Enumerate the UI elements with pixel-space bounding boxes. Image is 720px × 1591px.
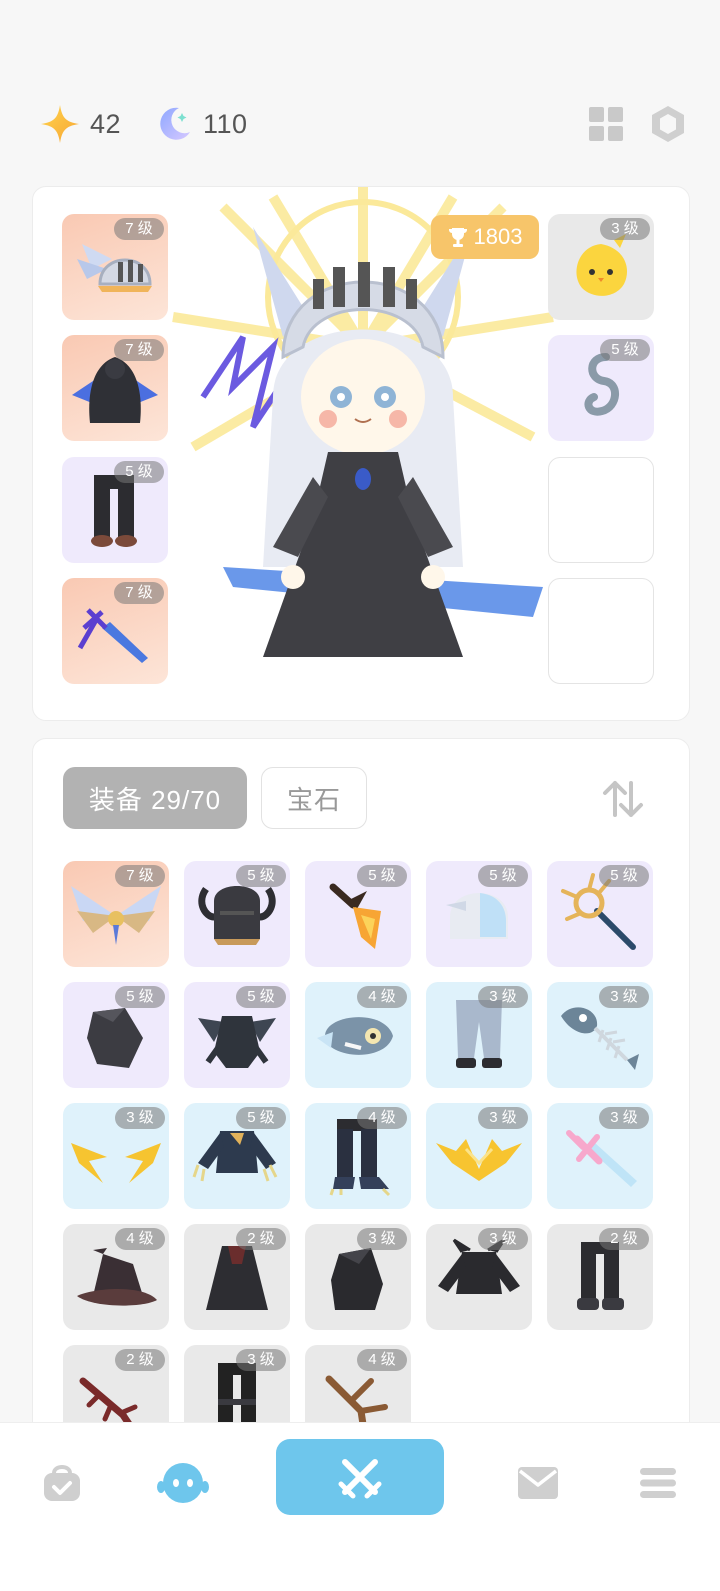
equip-slot-accessory[interactable]: 5 级	[548, 335, 654, 441]
level-badge: 7 级	[114, 218, 164, 240]
inventory-item-gray-pants[interactable]: 3 级	[426, 982, 532, 1088]
character-icon	[157, 1463, 209, 1503]
level-badge: 4 级	[357, 1107, 407, 1129]
star-icon	[41, 105, 79, 143]
level-badge: 5 级	[236, 986, 286, 1008]
level-badge: 5 级	[114, 461, 164, 483]
inventory-item-horned-helmet[interactable]: 5 级	[184, 861, 290, 967]
level-badge: 5 级	[357, 865, 407, 887]
menu-icon	[640, 1468, 676, 1498]
level-badge: 4 级	[357, 986, 407, 1008]
equip-slot-cape[interactable]: 7 级	[62, 335, 168, 441]
level-badge: 7 级	[114, 582, 164, 604]
inventory-item-pink-sword[interactable]: 3 级	[547, 1103, 653, 1209]
nav-character[interactable]	[153, 1453, 213, 1513]
inventory-item-shadow-armor[interactable]: 5 级	[184, 982, 290, 1088]
level-badge: 5 级	[115, 986, 165, 1008]
power-badge: 1803	[431, 215, 539, 259]
star-count: 42	[90, 108, 122, 139]
inventory-item-golden-crown[interactable]: 3 级	[426, 1103, 532, 1209]
inventory-item-visor-helmet[interactable]: 5 级	[426, 861, 532, 967]
level-badge: 2 级	[236, 1228, 286, 1250]
battle-icon	[338, 1459, 382, 1499]
level-badge: 3 级	[600, 218, 650, 240]
level-badge: 7 级	[114, 339, 164, 361]
level-badge: 4 级	[357, 1349, 407, 1371]
inventory-item-spiked-armor[interactable]: 3 级	[426, 1224, 532, 1330]
inventory-item-black-robe[interactable]: 2 级	[184, 1224, 290, 1330]
inventory-item-golden-staff[interactable]: 5 级	[547, 861, 653, 967]
level-badge: 2 级	[115, 1349, 165, 1371]
character-panel: 1803 7 级 7 级 5 级 7 级 3 级 5 级	[32, 186, 690, 721]
bottom-nav	[0, 1422, 720, 1591]
level-badge: 5 级	[600, 339, 650, 361]
level-badge: 7 级	[115, 865, 165, 887]
moon-icon	[160, 107, 190, 140]
level-badge: 3 级	[236, 1349, 286, 1371]
nav-battle-button[interactable]	[276, 1439, 444, 1515]
inventory-item-fish-bone[interactable]: 3 级	[547, 982, 653, 1088]
top-bar: 42 110	[0, 100, 720, 148]
level-badge: 5 级	[478, 865, 528, 887]
inventory-item-black-hood[interactable]: 3 级	[305, 1224, 411, 1330]
sort-icon[interactable]	[599, 775, 647, 823]
level-badge: 4 级	[115, 1228, 165, 1250]
inventory-item-lightning-wings[interactable]: 3 级	[63, 1103, 169, 1209]
level-badge: 5 级	[599, 865, 649, 887]
nav-menu[interactable]	[628, 1453, 688, 1513]
equip-slot-empty-1[interactable]	[548, 457, 654, 563]
inventory-item-flame-dagger[interactable]: 5 级	[305, 861, 411, 967]
grid-icon[interactable]	[586, 104, 626, 144]
inventory-item-angel-wings[interactable]: 7 级	[63, 861, 169, 967]
mail-icon	[518, 1467, 558, 1499]
equip-slot-boots[interactable]: 5 级	[62, 457, 168, 563]
tab-equipment[interactable]: 装备 29/70	[63, 767, 247, 829]
moon-currency: 110	[155, 100, 248, 148]
level-badge: 3 级	[478, 1228, 528, 1250]
equip-slot-pet[interactable]: 3 级	[548, 214, 654, 320]
star-currency: 42	[40, 100, 121, 148]
level-badge: 3 级	[115, 1107, 165, 1129]
character-avatar[interactable]	[163, 187, 563, 721]
inventory-item-claw-boots[interactable]: 4 级	[305, 1103, 411, 1209]
inventory-item-dark-hood[interactable]: 5 级	[63, 982, 169, 1088]
level-badge: 3 级	[599, 1107, 649, 1129]
nav-shop[interactable]	[32, 1453, 92, 1513]
level-badge: 3 级	[478, 986, 528, 1008]
level-badge: 3 级	[478, 1107, 528, 1129]
level-badge: 2 级	[599, 1228, 649, 1250]
inventory-item-witch-hat[interactable]: 4 级	[63, 1224, 169, 1330]
nav-mail[interactable]	[508, 1453, 568, 1513]
moon-count: 110	[203, 108, 248, 139]
level-badge: 5 级	[236, 865, 286, 887]
equip-slot-weapon[interactable]: 7 级	[62, 578, 168, 684]
level-badge: 3 级	[357, 1228, 407, 1250]
inventory-item-black-boots-2[interactable]: 2 级	[547, 1224, 653, 1330]
level-badge: 5 级	[236, 1107, 286, 1129]
inventory-panel: 装备 29/70 宝石 7 级 5 级 5 级 5 级 5 级 5 级 5 级 …	[32, 738, 690, 1438]
inventory-item-fish-helmet[interactable]: 4 级	[305, 982, 411, 1088]
level-badge: 3 级	[599, 986, 649, 1008]
equip-slot-helmet[interactable]: 7 级	[62, 214, 168, 320]
equip-slot-empty-2[interactable]	[548, 578, 654, 684]
tab-gems[interactable]: 宝石	[261, 767, 367, 829]
inventory-item-claw-armor[interactable]: 5 级	[184, 1103, 290, 1209]
power-value: 1803	[473, 224, 523, 249]
shop-bag-icon	[44, 1465, 80, 1501]
trophy-icon	[448, 228, 467, 247]
hexagon-icon[interactable]	[648, 104, 688, 144]
